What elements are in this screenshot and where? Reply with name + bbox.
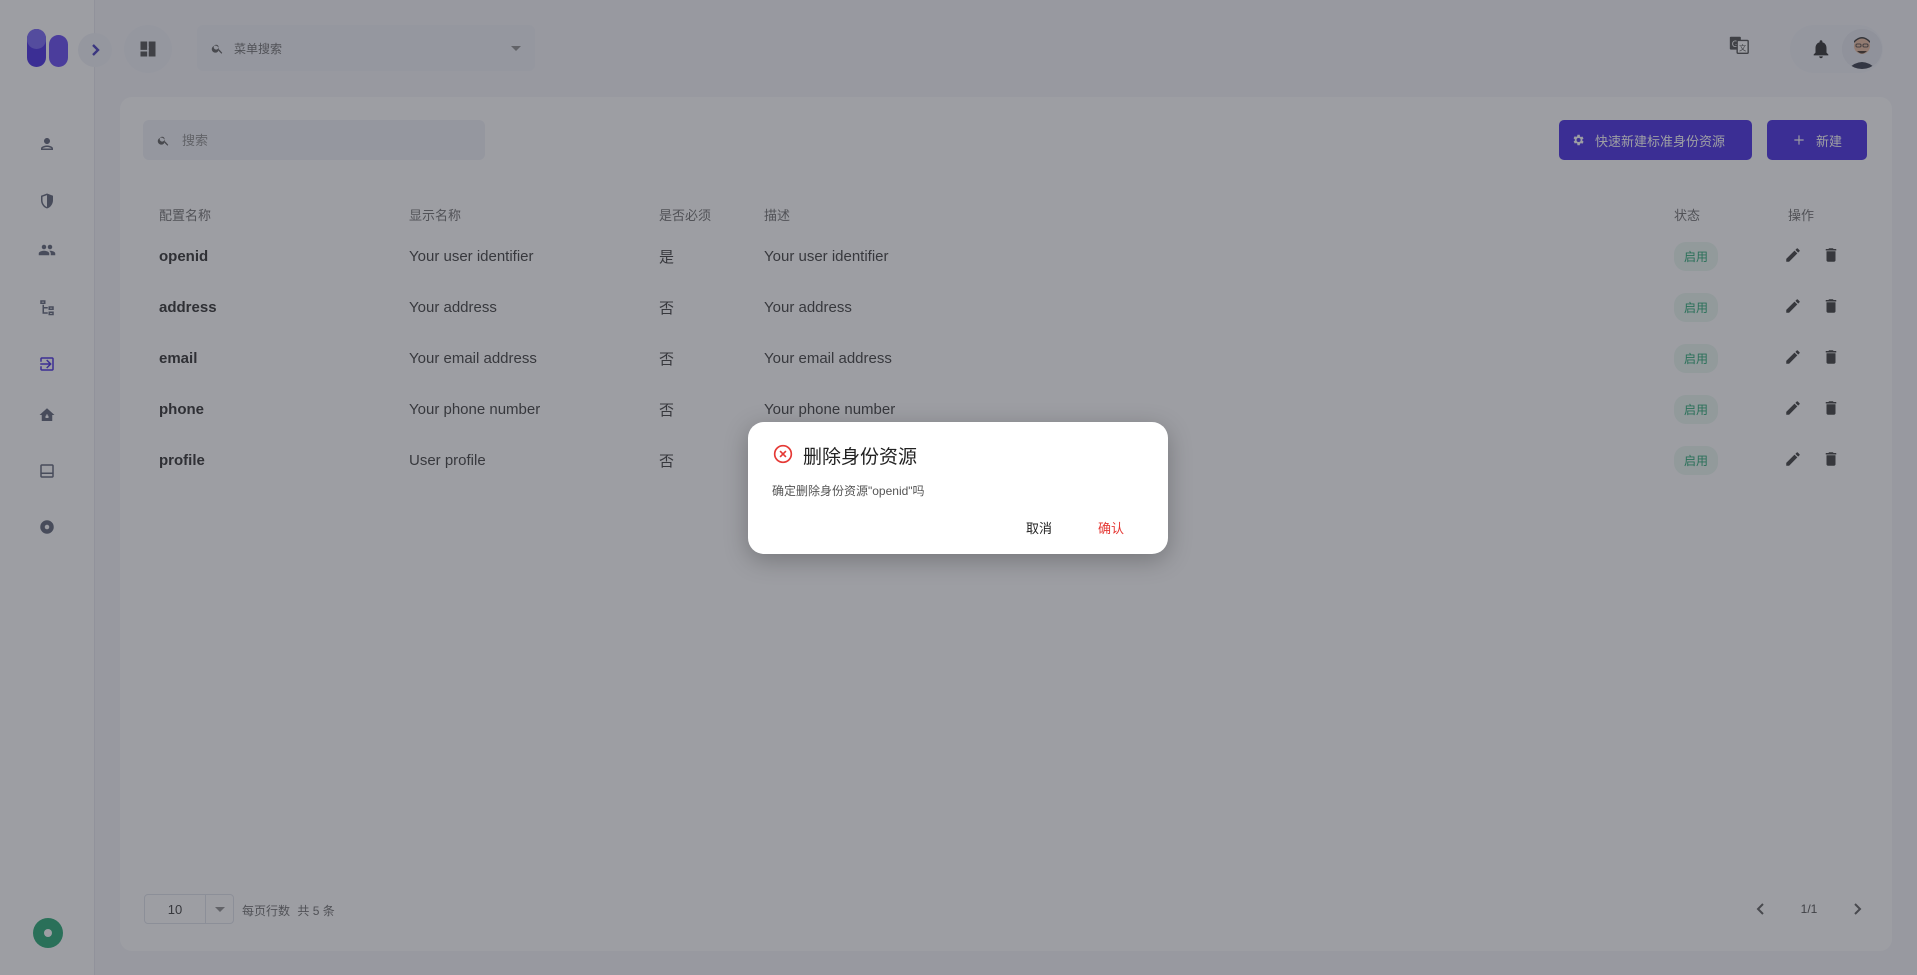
error-icon (773, 444, 793, 464)
dialog-title: 删除身份资源 (803, 447, 918, 468)
delete-confirm-dialog: 删除身份资源 确定删除身份资源"openid"吗 取消 确认 (748, 422, 1168, 554)
cancel-button[interactable]: 取消 (1026, 518, 1052, 537)
confirm-button[interactable]: 确认 (1098, 518, 1124, 537)
dialog-message: 确定删除身份资源"openid"吗 (772, 484, 925, 498)
